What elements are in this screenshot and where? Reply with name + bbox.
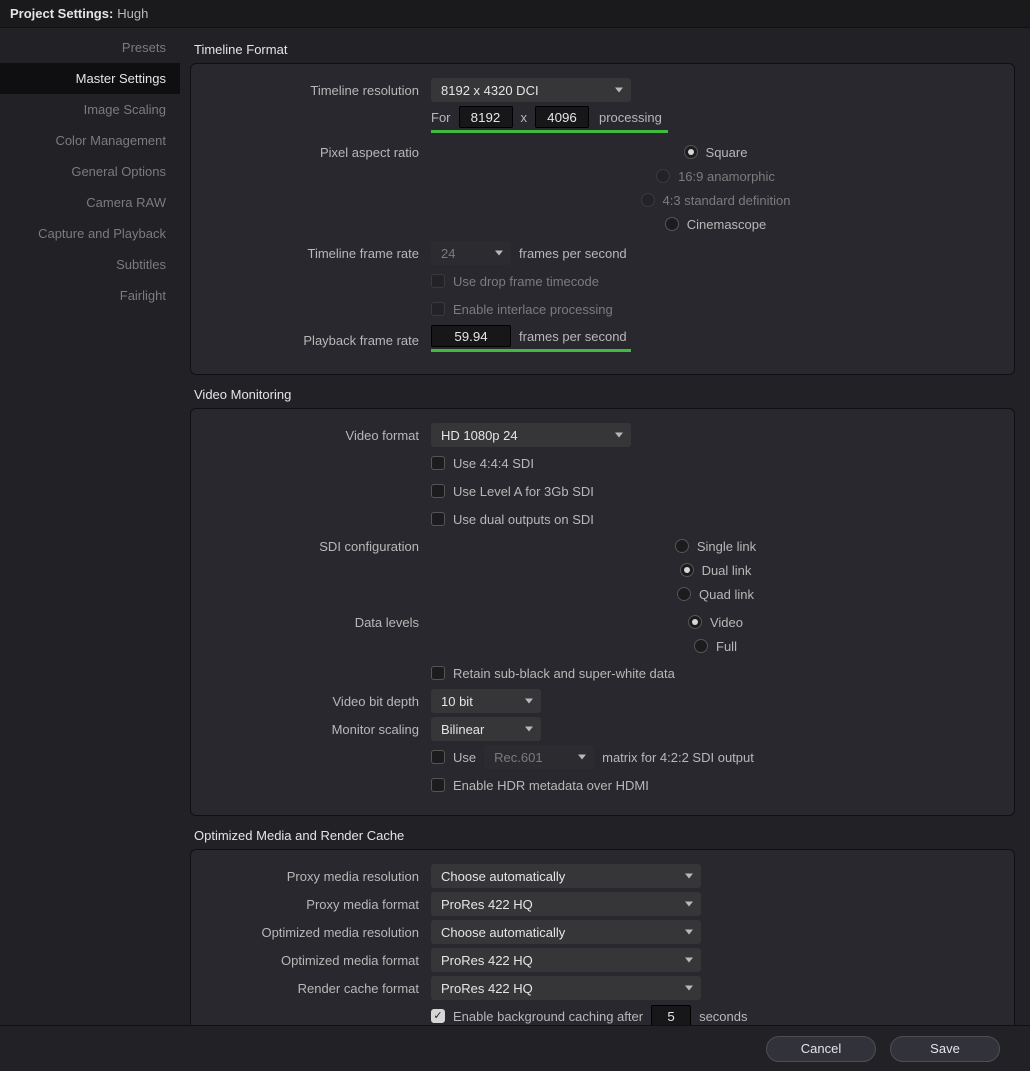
section-monitoring: Video format HD 1080p 24 Use 4:4:4 SDI U… (190, 408, 1015, 816)
label-timeline-resolution: Timeline resolution (191, 83, 431, 98)
select-opt-res[interactable]: Choose automatically (431, 920, 701, 944)
chevron-down-icon (525, 699, 533, 704)
check-interlace (431, 302, 445, 316)
radio-par-cinemascope[interactable] (665, 217, 679, 231)
label-proxy-res: Proxy media resolution (191, 869, 431, 884)
chevron-down-icon (525, 727, 533, 732)
input-res-height[interactable] (535, 106, 589, 128)
label-opt-res: Optimized media resolution (191, 925, 431, 940)
title-prefix: Project Settings: (10, 6, 113, 21)
radio-par-169 (656, 169, 670, 183)
label-proxy-fmt: Proxy media format (191, 897, 431, 912)
sidebar-item-color-management[interactable]: Color Management (0, 125, 180, 156)
sidebar-item-camera-raw[interactable]: Camera RAW (0, 187, 180, 218)
label-sdi-config: SDI configuration (191, 535, 431, 554)
section-title-timeline: Timeline Format (194, 42, 1015, 57)
radio-sdi-quad[interactable] (677, 587, 691, 601)
chevron-down-icon (685, 958, 693, 963)
label-bit-depth: Video bit depth (191, 694, 431, 709)
select-timeline-resolution[interactable]: 8192 x 4320 DCI (431, 78, 631, 102)
check-dual-outputs[interactable] (431, 512, 445, 526)
select-matrix: Rec.601 (484, 745, 594, 769)
label-timeline-fps: Timeline frame rate (191, 246, 431, 261)
select-monitor-scaling[interactable]: Bilinear (431, 717, 541, 741)
section-title-monitoring: Video Monitoring (194, 387, 1015, 402)
label-video-format: Video format (191, 428, 431, 443)
chevron-down-icon (685, 902, 693, 907)
select-video-format[interactable]: HD 1080p 24 (431, 423, 631, 447)
save-button[interactable]: Save (890, 1036, 1000, 1062)
check-retain-subblack[interactable] (431, 666, 445, 680)
check-use-matrix[interactable] (431, 750, 445, 764)
check-drop-frame (431, 274, 445, 288)
chevron-down-icon (615, 88, 623, 93)
check-use-444[interactable] (431, 456, 445, 470)
input-res-width[interactable] (459, 106, 513, 128)
check-hdr-hdmi[interactable] (431, 778, 445, 792)
section-title-optimized: Optimized Media and Render Cache (194, 828, 1015, 843)
section-optimized: Proxy media resolution Choose automatica… (190, 849, 1015, 1025)
sidebar-item-image-scaling[interactable]: Image Scaling (0, 94, 180, 125)
chevron-down-icon (615, 433, 623, 438)
chevron-down-icon (495, 251, 503, 256)
sidebar-item-capture-playback[interactable]: Capture and Playback (0, 218, 180, 249)
check-bg-caching[interactable] (431, 1009, 445, 1023)
footer: Cancel Save (0, 1025, 1030, 1071)
select-render-fmt[interactable]: ProRes 422 HQ (431, 976, 701, 1000)
section-timeline: Timeline resolution 8192 x 4320 DCI For … (190, 63, 1015, 375)
content-pane: Timeline Format Timeline resolution 8192… (180, 28, 1030, 1025)
select-bit-depth[interactable]: 10 bit (431, 689, 541, 713)
chevron-down-icon (578, 755, 586, 760)
sidebar-item-fairlight[interactable]: Fairlight (0, 280, 180, 311)
sidebar-item-presets[interactable]: Presets (0, 32, 180, 63)
select-timeline-fps: 24 (431, 241, 511, 265)
chevron-down-icon (685, 930, 693, 935)
select-proxy-res[interactable]: Choose automatically (431, 864, 701, 888)
check-use-levela[interactable] (431, 484, 445, 498)
input-bg-cache-seconds[interactable] (651, 1005, 691, 1025)
project-name: Hugh (117, 6, 148, 21)
sidebar-item-subtitles[interactable]: Subtitles (0, 249, 180, 280)
label-data-levels: Data levels (191, 611, 431, 630)
radio-par-square[interactable] (684, 145, 698, 159)
radio-levels-full[interactable] (694, 639, 708, 653)
titlebar: Project Settings: Hugh (0, 0, 1030, 28)
radio-levels-video[interactable] (688, 615, 702, 629)
cancel-button[interactable]: Cancel (766, 1036, 876, 1062)
radio-sdi-single[interactable] (675, 539, 689, 553)
input-playback-fps[interactable] (431, 325, 511, 347)
sidebar: Presets Master Settings Image Scaling Co… (0, 28, 180, 1025)
label-playback-fps: Playback frame rate (191, 333, 431, 348)
label-opt-fmt: Optimized media format (191, 953, 431, 968)
select-proxy-fmt[interactable]: ProRes 422 HQ (431, 892, 701, 916)
select-opt-fmt[interactable]: ProRes 422 HQ (431, 948, 701, 972)
sidebar-item-master-settings[interactable]: Master Settings (0, 63, 180, 94)
label-pixel-aspect: Pixel aspect ratio (191, 141, 431, 160)
custom-resolution-row: For x processing (431, 106, 668, 133)
label-monitor-scaling: Monitor scaling (191, 722, 431, 737)
label-render-fmt: Render cache format (191, 981, 431, 996)
chevron-down-icon (685, 986, 693, 991)
radio-par-43 (641, 193, 655, 207)
radio-sdi-dual[interactable] (680, 563, 694, 577)
sidebar-item-general-options[interactable]: General Options (0, 156, 180, 187)
chevron-down-icon (685, 874, 693, 879)
